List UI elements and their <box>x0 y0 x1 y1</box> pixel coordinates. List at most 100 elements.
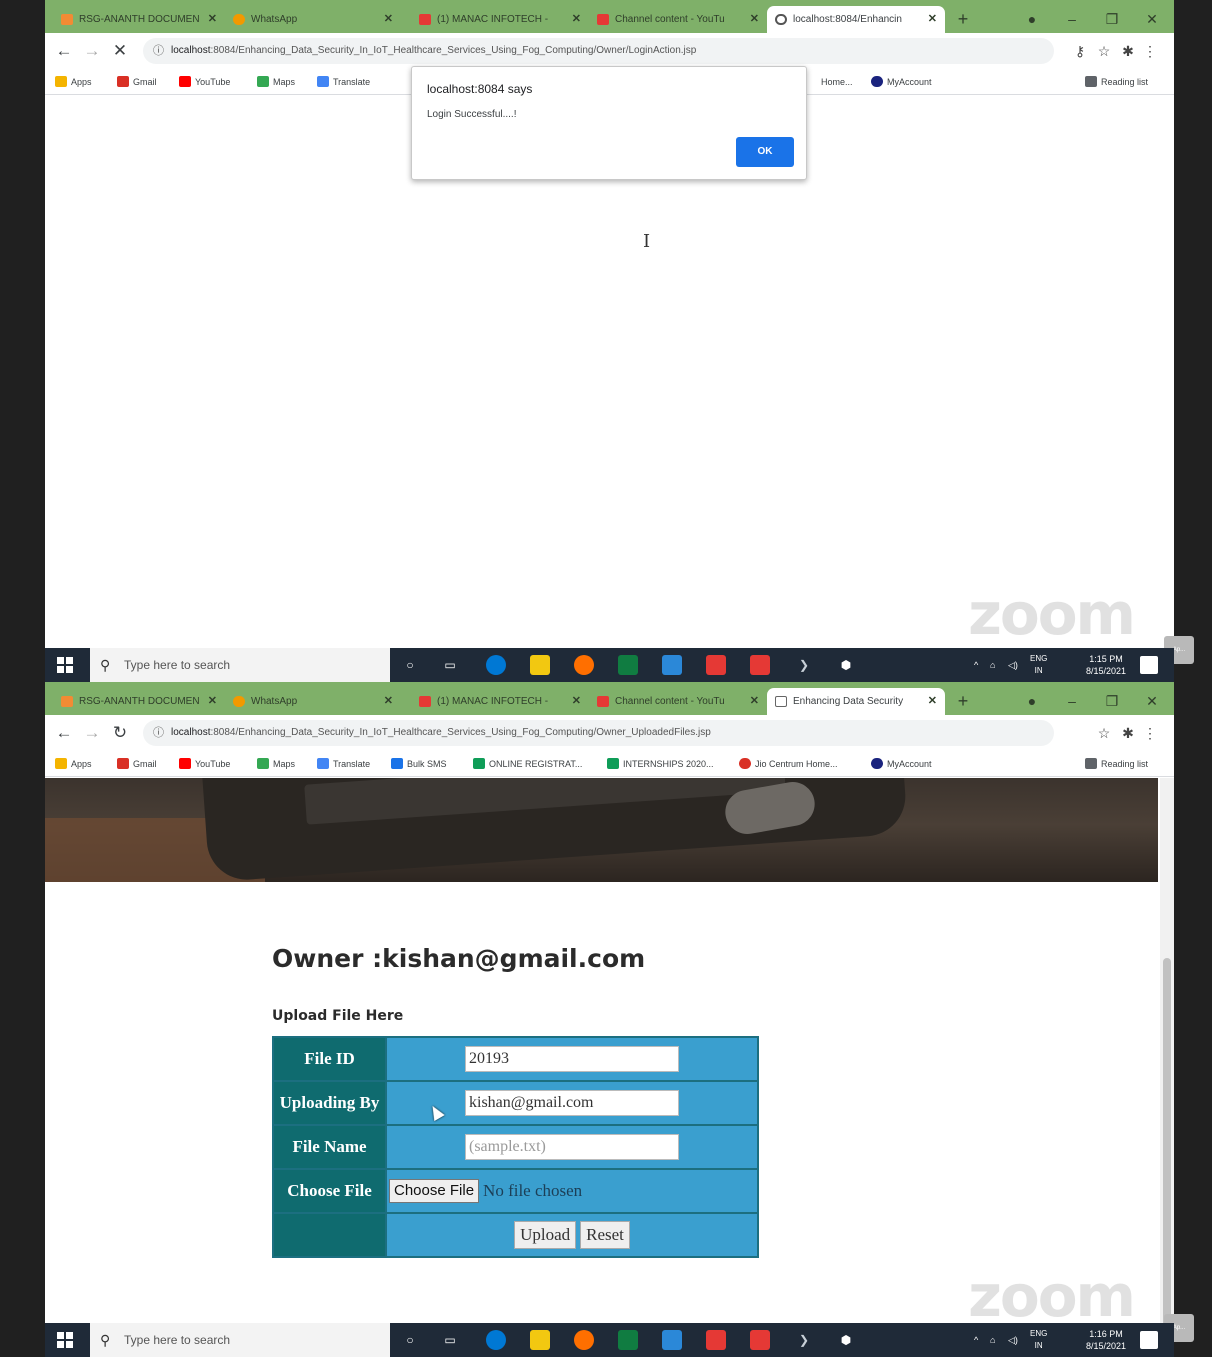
volume-icon[interactable]: ◁) <box>1008 648 1018 682</box>
bookmark-translate[interactable]: Translate <box>317 751 370 777</box>
uploading-by-input[interactable] <box>465 1090 679 1116</box>
close-tab-icon[interactable]: ✕ <box>750 688 759 715</box>
scrollbar-thumb[interactable] <box>1163 958 1171 1323</box>
windows-start-icon[interactable] <box>57 657 73 673</box>
tab-channel-content[interactable]: Channel content - YouTu ✕ <box>589 6 767 33</box>
close-tab-icon[interactable]: ✕ <box>384 6 393 33</box>
edge-icon[interactable] <box>486 1330 506 1350</box>
recorder-icon[interactable] <box>706 1330 726 1350</box>
bookmark-youtube[interactable]: YouTube <box>179 69 230 95</box>
package-icon[interactable]: ⬢ <box>836 655 856 675</box>
key-icon[interactable]: ⚷ <box>1070 40 1090 62</box>
maximize-icon[interactable]: ❐ <box>1103 688 1121 715</box>
file-id-input[interactable] <box>465 1046 679 1072</box>
file-name-input[interactable] <box>465 1134 679 1160</box>
tab-rsg-document[interactable]: RSG-ANANTH DOCUMEN ✕ <box>53 688 225 715</box>
edge-icon[interactable] <box>486 655 506 675</box>
page-scrollbar[interactable] <box>1160 778 1174 1323</box>
excel-icon[interactable] <box>618 1330 638 1350</box>
reload-icon[interactable]: ↻ <box>109 722 131 744</box>
taskbar-clock[interactable]: 1:16 PM 8/15/2021 <box>1086 1328 1126 1352</box>
netbeans-icon[interactable]: ❯ <box>794 1330 814 1350</box>
tray-chevron-icon[interactable]: ^ <box>974 648 978 682</box>
close-tab-icon[interactable]: ✕ <box>572 6 581 33</box>
language-indicator[interactable]: ENG IN <box>1030 1328 1047 1352</box>
excel-icon[interactable] <box>618 655 638 675</box>
bookmark-bulk-sms[interactable]: Bulk SMS <box>391 751 447 777</box>
minimize-icon[interactable]: – <box>1063 688 1081 715</box>
notification-icon[interactable] <box>1140 1331 1158 1349</box>
close-tab-icon[interactable]: ✕ <box>928 688 937 715</box>
chrome-icon[interactable] <box>574 655 594 675</box>
new-tab-icon[interactable]: + <box>953 6 973 33</box>
new-tab-icon[interactable]: + <box>953 688 973 715</box>
network-icon[interactable]: ⌂ <box>990 648 995 682</box>
close-tab-icon[interactable]: ✕ <box>384 688 393 715</box>
close-tab-icon[interactable]: ✕ <box>208 688 217 715</box>
maximize-icon[interactable]: ❐ <box>1103 6 1121 33</box>
notification-icon[interactable] <box>1140 656 1158 674</box>
tab-channel-content[interactable]: Channel content - YouTu ✕ <box>589 688 767 715</box>
bookmark-apps[interactable]: Apps <box>55 751 92 777</box>
forward-arrow-icon[interactable]: → <box>81 722 103 744</box>
file-explorer-icon[interactable] <box>530 1330 550 1350</box>
zoom-app-icon[interactable] <box>662 655 682 675</box>
bookmark-internships[interactable]: INTERNSHIPS 2020... <box>607 751 714 777</box>
tray-chevron-icon[interactable]: ^ <box>974 1323 978 1357</box>
close-tab-icon[interactable]: ✕ <box>572 688 581 715</box>
zoom-app-icon[interactable] <box>662 1330 682 1350</box>
bookmark-online-registration[interactable]: ONLINE REGISTRAT... <box>473 751 582 777</box>
menu-icon[interactable]: ⋮ <box>1140 40 1160 62</box>
close-window-icon[interactable]: ✕ <box>1143 6 1161 33</box>
tab-manac-infotech[interactable]: (1) MANAC INFOTECH - ✕ <box>411 6 589 33</box>
upload-button[interactable]: Upload <box>514 1221 577 1249</box>
menu-icon[interactable]: ⋮ <box>1140 722 1160 744</box>
forward-arrow-icon[interactable]: → <box>81 40 103 62</box>
taskbar-search[interactable]: ⚲ Type here to search <box>90 1323 390 1357</box>
language-indicator[interactable]: ENG IN <box>1030 653 1047 677</box>
recorder-icon[interactable] <box>706 655 726 675</box>
package-icon[interactable]: ⬢ <box>836 1330 856 1350</box>
star-icon[interactable]: ☆ <box>1094 722 1114 744</box>
tab-localhost-active[interactable]: localhost:8084/Enhancin ✕ <box>767 6 945 33</box>
ok-button[interactable]: OK <box>736 137 794 167</box>
chrome-icon[interactable] <box>574 1330 594 1350</box>
info-icon[interactable]: ⓘ <box>153 38 164 64</box>
taskbar-clock[interactable]: 1:15 PM 8/15/2021 <box>1086 653 1126 677</box>
reading-list[interactable]: Reading list <box>1085 69 1148 95</box>
file-explorer-icon[interactable] <box>530 655 550 675</box>
profile-icon[interactable]: ● <box>1023 688 1041 715</box>
video-icon[interactable] <box>750 655 770 675</box>
bookmark-gmail[interactable]: Gmail <box>117 751 157 777</box>
bookmark-home[interactable]: Home... <box>805 69 853 95</box>
bookmark-myaccount[interactable]: MyAccount <box>871 751 932 777</box>
bookmark-maps[interactable]: Maps <box>257 751 295 777</box>
bookmark-jio-centrum[interactable]: Jio Centrum Home... <box>739 751 838 777</box>
bookmark-apps[interactable]: Apps <box>55 69 92 95</box>
netbeans-icon[interactable]: ❯ <box>794 655 814 675</box>
bookmark-translate[interactable]: Translate <box>317 69 370 95</box>
tab-rsg-document[interactable]: RSG-ANANTH DOCUMEN ✕ <box>53 6 225 33</box>
close-window-icon[interactable]: ✕ <box>1143 688 1161 715</box>
tab-manac-infotech[interactable]: (1) MANAC INFOTECH - ✕ <box>411 688 589 715</box>
cortana-icon[interactable]: ○ <box>400 1330 420 1350</box>
tab-whatsapp[interactable]: WhatsApp ✕ <box>225 6 401 33</box>
bookmark-myaccount[interactable]: MyAccount <box>871 69 932 95</box>
back-arrow-icon[interactable]: ← <box>53 40 75 62</box>
tab-enhancing-data-security[interactable]: Enhancing Data Security ✕ <box>767 688 945 715</box>
address-bar[interactable]: ⓘ localhost:8084/Enhancing_Data_Security_… <box>143 720 1054 746</box>
bookmark-gmail[interactable]: Gmail <box>117 69 157 95</box>
info-icon[interactable]: ⓘ <box>153 720 164 746</box>
star-icon[interactable]: ☆ <box>1094 40 1114 62</box>
windows-start-icon[interactable] <box>57 1332 73 1348</box>
task-view-icon[interactable]: ▭ <box>440 1330 460 1350</box>
choose-file-button[interactable]: Choose File <box>389 1179 480 1203</box>
reading-list[interactable]: Reading list <box>1085 751 1148 777</box>
extensions-icon[interactable]: ✱ <box>1118 40 1138 62</box>
task-view-icon[interactable]: ▭ <box>440 655 460 675</box>
close-tab-icon[interactable]: ✕ <box>750 6 759 33</box>
reset-button[interactable]: Reset <box>580 1221 630 1249</box>
bookmark-youtube[interactable]: YouTube <box>179 751 230 777</box>
profile-icon[interactable]: ● <box>1023 6 1041 33</box>
address-bar[interactable]: ⓘ localhost:8084/Enhancing_Data_Security_… <box>143 38 1054 64</box>
